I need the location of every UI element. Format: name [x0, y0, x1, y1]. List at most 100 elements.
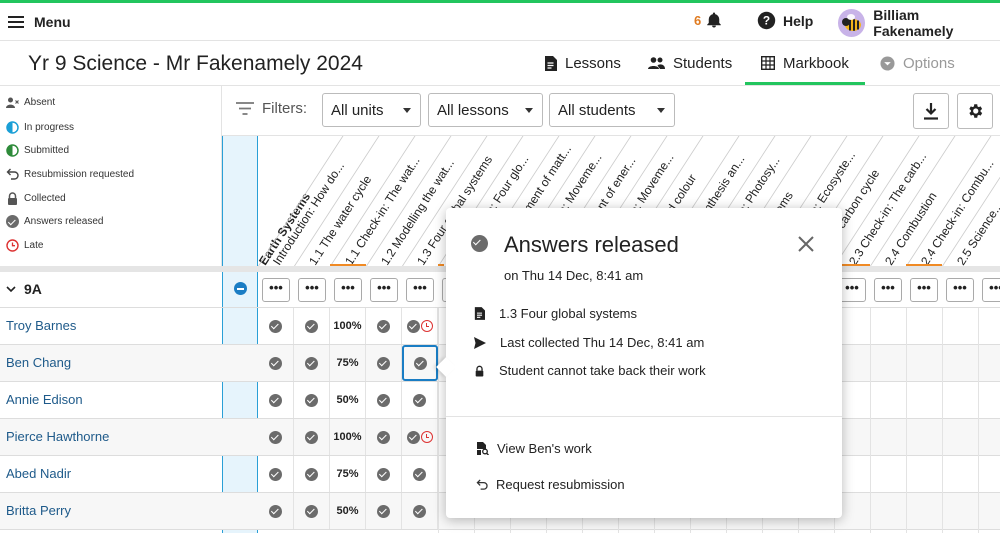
legend-answers-released: Answers released [6, 215, 103, 228]
status-cell[interactable] [366, 493, 402, 529]
absent-icon [6, 97, 19, 108]
score-text: 100% [333, 431, 362, 443]
late-clock-icon [420, 320, 433, 332]
status-cell[interactable]: 75% [330, 456, 366, 492]
column-menu-button[interactable]: ••• [946, 278, 974, 302]
legend-resubmission-label: Resubmission requested [24, 168, 135, 180]
student-name-link[interactable]: Annie Edison [6, 392, 83, 407]
resubmit-icon [476, 479, 488, 490]
status-cell[interactable] [366, 308, 402, 344]
menu-button[interactable]: Menu [8, 11, 71, 33]
chevron-down-icon [6, 285, 16, 292]
legend-submitted: Submitted [6, 144, 69, 157]
status-cell[interactable]: 100% [330, 419, 366, 455]
score-text: 50% [336, 394, 359, 406]
status-cell[interactable] [402, 308, 438, 344]
status-cell[interactable]: 100% [330, 308, 366, 344]
column-menu-button[interactable]: ••• [406, 278, 434, 302]
help-icon: ? [757, 11, 776, 30]
column-menu-button[interactable]: ••• [334, 278, 362, 302]
status-cell[interactable] [402, 345, 438, 381]
popup-lesson-text: 1.3 Four global systems [499, 306, 638, 321]
close-icon[interactable] [796, 234, 816, 254]
status-cell[interactable] [294, 456, 330, 492]
check-circle-icon [269, 504, 282, 518]
notifications-button[interactable]: 6 [694, 11, 723, 29]
status-cell[interactable] [258, 493, 294, 529]
lessons-select[interactable]: All lessons [428, 93, 543, 127]
column-menu-button[interactable]: ••• [370, 278, 398, 302]
request-resubmission-button[interactable]: Request resubmission [476, 477, 625, 492]
column-menu-button[interactable]: ••• [982, 278, 1000, 302]
status-cell[interactable] [294, 308, 330, 344]
settings-button[interactable] [957, 93, 993, 129]
filters-label: Filters: [236, 100, 307, 117]
status-cell[interactable] [258, 456, 294, 492]
column-menu-button[interactable]: ••• [838, 278, 866, 302]
document-icon [545, 55, 557, 71]
student-name-link[interactable]: Troy Barnes [6, 318, 76, 333]
tab-markbook[interactable]: Markbook [745, 41, 865, 85]
status-cell[interactable] [402, 419, 438, 455]
check-circle-icon [377, 319, 390, 333]
status-cell[interactable] [402, 493, 438, 529]
status-cell[interactable] [294, 345, 330, 381]
status-cell[interactable] [294, 419, 330, 455]
class-toggle[interactable]: 9A [6, 281, 42, 297]
status-cell[interactable]: 50% [330, 493, 366, 529]
menu-label: Menu [34, 14, 71, 30]
legend-collected: Collected [6, 192, 66, 205]
status-cell[interactable] [294, 382, 330, 418]
check-circle-icon [377, 356, 390, 370]
status-cell[interactable] [294, 493, 330, 529]
students-select-value: All students [558, 101, 636, 119]
view-work-button[interactable]: View Ben's work [476, 441, 592, 456]
column-menu-button[interactable]: ••• [910, 278, 938, 302]
unit-band [222, 136, 258, 266]
check-circle-icon [269, 430, 282, 444]
status-cell[interactable] [366, 345, 402, 381]
status-cell[interactable]: 50% [330, 382, 366, 418]
status-cell[interactable] [366, 419, 402, 455]
lessons-select-value: All lessons [437, 101, 509, 119]
collapse-unit-icon[interactable] [234, 282, 247, 295]
status-cell[interactable] [258, 382, 294, 418]
status-cell[interactable]: 75% [330, 345, 366, 381]
student-name-link[interactable]: Britta Perry [6, 503, 71, 518]
legend-in-progress-label: In progress [24, 122, 75, 133]
status-cell[interactable] [258, 419, 294, 455]
status-popup: Answers released on Thu 14 Dec, 8:41 am … [436, 208, 842, 518]
avatar [838, 9, 866, 37]
status-cell[interactable] [402, 456, 438, 492]
tab-students[interactable]: Students [648, 41, 732, 85]
column-menu-button[interactable]: ••• [874, 278, 902, 302]
resubmit-icon [6, 168, 19, 180]
status-cell[interactable] [258, 345, 294, 381]
tab-lessons[interactable]: Lessons [544, 41, 621, 85]
status-cell[interactable] [366, 456, 402, 492]
grid-column-line [978, 308, 979, 533]
student-name-link[interactable]: Ben Chang [6, 355, 71, 370]
status-cell[interactable] [258, 308, 294, 344]
user-menu[interactable]: Billiam Fakenamely [838, 7, 1000, 39]
column-menu-button[interactable]: ••• [298, 278, 326, 302]
students-select[interactable]: All students [549, 93, 675, 127]
grid-icon [761, 56, 775, 70]
column-menu-button[interactable]: ••• [262, 278, 290, 302]
student-name-link[interactable]: Abed Nadir [6, 466, 71, 481]
status-cell[interactable] [402, 382, 438, 418]
filter-icon [236, 102, 254, 115]
student-name-link[interactable]: Pierce Hawthorne [6, 429, 109, 444]
user-name: Billiam Fakenamely [873, 7, 954, 39]
units-select[interactable]: All units [322, 93, 421, 127]
download-button[interactable] [913, 93, 949, 129]
help-button[interactable]: ? Help [757, 11, 813, 30]
lock-icon [475, 365, 484, 376]
top-bar: Menu 6 ? Help Billiam Fakenamely [0, 0, 1000, 41]
popup-subtitle: on Thu 14 Dec, 8:41 am [504, 268, 644, 283]
legend-resubmission: Resubmission requested [6, 168, 134, 180]
caret-down-icon [657, 108, 665, 113]
check-circle-icon [305, 467, 318, 481]
status-cell[interactable] [366, 382, 402, 418]
tab-options[interactable]: Options [880, 41, 955, 85]
